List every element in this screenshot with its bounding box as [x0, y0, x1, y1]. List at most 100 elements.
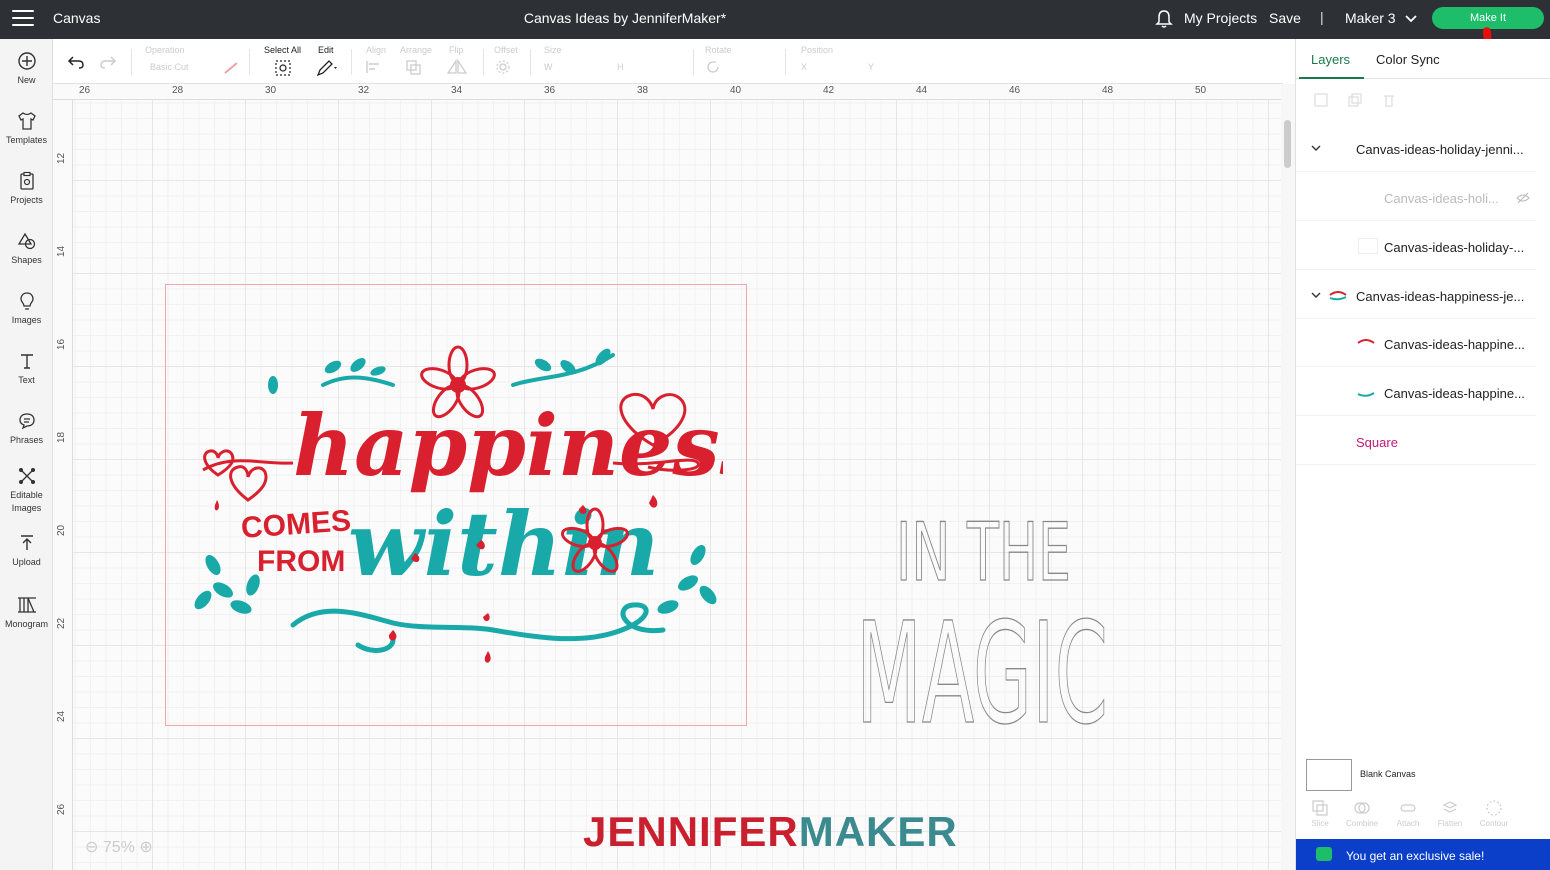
- layers-panel: Layers Color Sync Canvas-ideas-holiday-j…: [1295, 39, 1550, 870]
- ruler-tick-label: 48: [1102, 85, 1114, 96]
- upload-icon: [20, 535, 33, 550]
- offset-icon[interactable]: [494, 59, 518, 75]
- flatten-button[interactable]: Flatten: [1430, 799, 1470, 828]
- editable-images-icon: [18, 468, 35, 484]
- shapes-icon: [17, 232, 35, 250]
- ruler-tick-label: 34: [451, 85, 463, 96]
- logo-part-maker: MAKER: [798, 808, 958, 855]
- tab-layers[interactable]: Layers: [1311, 52, 1350, 67]
- group-icon[interactable]: [1314, 93, 1328, 107]
- save-link[interactable]: Save: [1269, 10, 1301, 26]
- sale-banner[interactable]: You get an exclusive sale!: [1296, 839, 1550, 870]
- machine-select[interactable]: Maker 3: [1345, 10, 1396, 26]
- bell-icon[interactable]: [1155, 9, 1173, 29]
- layer-row-happiness-red[interactable]: Canvas-ideas-happine...: [1296, 321, 1536, 367]
- flatten-icon: [1442, 801, 1458, 813]
- sidebar-item-templates[interactable]: Templates: [0, 111, 53, 147]
- toolbar-separator: [351, 49, 352, 75]
- layer-name: Canvas-ideas-happiness-je...: [1356, 289, 1525, 304]
- sidebar-item-text[interactable]: Text: [0, 351, 53, 387]
- layer-name: Canvas-ideas-holiday-jenni...: [1356, 142, 1524, 157]
- design-word-happiness: happiness: [293, 396, 723, 495]
- flip-icon[interactable]: [446, 59, 470, 75]
- separator: |: [1320, 9, 1324, 25]
- sidebar-item-label: Upload: [12, 557, 41, 567]
- height-field[interactable]: H: [617, 62, 624, 72]
- edit-pencil-icon[interactable]: [316, 59, 340, 77]
- sidebar-item-monogram[interactable]: Monogram: [0, 595, 53, 631]
- ruler-tick-label: 18: [56, 431, 67, 443]
- layer-row-happiness-group[interactable]: Canvas-ideas-happiness-je...: [1296, 273, 1536, 319]
- monogram-icon: [17, 597, 36, 613]
- layer-row-holiday[interactable]: Canvas-ideas-holiday-...: [1296, 224, 1536, 270]
- layer-row-happiness-teal[interactable]: Canvas-ideas-happine...: [1296, 370, 1536, 416]
- arrange-icon[interactable]: [405, 59, 429, 75]
- design-word-from: FROM: [257, 545, 345, 578]
- sidebar-item-phrases[interactable]: Phrases: [0, 411, 53, 447]
- caret-down-icon[interactable]: [1310, 289, 1322, 301]
- attach-label: Attach: [1396, 819, 1420, 828]
- blank-canvas-swatch[interactable]: [1306, 759, 1352, 791]
- sidebar-item-label: Editable Images: [0, 489, 53, 515]
- edit-toolbar: Operation Basic Cut Select All Edit Alig…: [53, 39, 1283, 84]
- duplicate-icon[interactable]: [1348, 93, 1362, 107]
- combine-label: Combine: [1345, 819, 1378, 828]
- ruler-tick-label: 38: [637, 85, 649, 96]
- pen-color-icon[interactable]: [223, 61, 241, 75]
- redo-icon[interactable]: [99, 55, 117, 69]
- width-field[interactable]: W: [544, 62, 553, 72]
- sidebar-item-label: Templates: [5, 135, 48, 145]
- align-icon[interactable]: [365, 60, 389, 74]
- tab-color-sync[interactable]: Color Sync: [1376, 52, 1440, 67]
- sidebar-item-new[interactable]: New: [0, 51, 53, 87]
- x-position-field[interactable]: X: [801, 62, 807, 72]
- sidebar-item-shapes[interactable]: Shapes: [0, 231, 53, 267]
- sidebar-item-label-line2: Images: [11, 503, 42, 513]
- ruler-tick-label: 32: [358, 85, 370, 96]
- sidebar-item-upload[interactable]: Upload: [0, 533, 53, 569]
- offset-label: Offset: [494, 45, 518, 55]
- rotate-icon[interactable]: [705, 59, 721, 75]
- in-the-magic-design[interactable]: IN THE MAGIC: [851, 490, 1111, 730]
- leaf-branch-right: [657, 545, 717, 614]
- chevron-down-icon[interactable]: [1404, 12, 1418, 26]
- select-all-icon[interactable]: [274, 59, 292, 77]
- layer-row-holiday-hidden[interactable]: Canvas-ideas-holi...: [1296, 175, 1536, 221]
- layer-thumbnail: [1358, 238, 1378, 254]
- sidebar-item-label: Shapes: [11, 255, 42, 265]
- sidebar-item-label: Text: [18, 375, 35, 385]
- operation-label: Operation: [145, 45, 185, 55]
- operation-select[interactable]: Basic Cut: [150, 62, 189, 72]
- y-position-field[interactable]: Y: [868, 62, 874, 72]
- scrollbar-thumb[interactable]: [1284, 120, 1291, 168]
- layer-row-square[interactable]: Square: [1296, 419, 1536, 465]
- combine-button[interactable]: Combine: [1342, 799, 1382, 828]
- canvas-scrollbar[interactable]: [1281, 84, 1295, 870]
- layer-thumbnail: [1357, 339, 1375, 344]
- layer-name: Canvas-ideas-happine...: [1384, 386, 1525, 401]
- delete-icon[interactable]: [1382, 93, 1396, 107]
- sidebar-item-editable-images[interactable]: Editable Images: [0, 466, 53, 515]
- zoom-in-icon[interactable]: ⊕: [139, 839, 152, 856]
- bottom-tools: Slice Combine Attach Flatten Contour: [1296, 799, 1550, 839]
- attach-button[interactable]: Attach: [1388, 799, 1428, 828]
- happiness-comes-from-within-design[interactable]: happiness COMES FROM within: [193, 345, 723, 675]
- zoom-control: ⊖ 75% ⊕: [85, 837, 153, 857]
- layer-row-holiday-group[interactable]: Canvas-ideas-holiday-jenni...: [1296, 126, 1536, 172]
- layer-thumbnail: [1329, 291, 1347, 301]
- design-canvas[interactable]: happiness COMES FROM within IN THE MAGIC…: [73, 100, 1281, 870]
- horizontal-ruler: 26 28 30 32 34 36 38 40 42 44 46 48 50: [53, 84, 1281, 100]
- sidebar-item-projects[interactable]: Projects: [0, 171, 53, 207]
- ruler-tick-label: 30: [265, 85, 277, 96]
- undo-icon[interactable]: [67, 55, 85, 69]
- combine-icon: [1354, 802, 1370, 814]
- toolbar-separator: [785, 49, 786, 75]
- caret-down-icon[interactable]: [1310, 142, 1322, 154]
- slice-button[interactable]: Slice: [1300, 799, 1340, 828]
- zoom-out-icon[interactable]: ⊖: [85, 839, 98, 856]
- ruler-tick-label: 44: [916, 85, 928, 96]
- my-projects-link[interactable]: My Projects: [1184, 10, 1257, 26]
- sidebar-item-images[interactable]: Images: [0, 291, 53, 327]
- eye-hidden-icon[interactable]: [1516, 192, 1530, 204]
- contour-button[interactable]: Contour: [1474, 799, 1514, 828]
